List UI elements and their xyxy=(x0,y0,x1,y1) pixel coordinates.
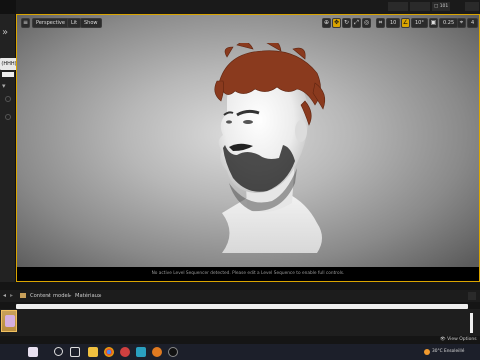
breadcrumb-separator: ▸ xyxy=(48,293,51,299)
camera-speed-value[interactable]: 4 xyxy=(467,18,479,28)
eye-shape xyxy=(226,120,232,124)
perspective-button[interactable]: Perspective xyxy=(32,18,69,28)
viewport-status-bar: No active Level Sequencer detected. Plea… xyxy=(17,267,479,281)
show-label: Show xyxy=(84,20,98,26)
level-viewport[interactable]: ≡ Perspective Lit Show ⊕ ✥ ↻ ⤢ ◎ ⌗ 10 ∠ … xyxy=(16,14,480,282)
start-app-icon[interactable] xyxy=(28,347,38,357)
panel-item[interactable] xyxy=(2,72,14,77)
scale-snap-icon[interactable]: ▣ xyxy=(429,18,438,28)
forward-arrow-icon[interactable]: ▸ xyxy=(10,292,13,299)
ear-shape xyxy=(295,120,307,142)
blender-icon[interactable] xyxy=(152,347,162,357)
window-tab-label: 101 xyxy=(439,4,449,9)
editor-window: □ 101 » (HHH) ▾ ≡ Perspective Lit Show ⊕… xyxy=(0,0,480,360)
material-preview-icon xyxy=(5,315,15,327)
chevron-down-icon[interactable]: ▾ xyxy=(2,82,6,90)
perspective-label: Perspective xyxy=(36,20,65,26)
angle-snap-value[interactable]: 10° xyxy=(411,18,428,28)
settings-icon[interactable] xyxy=(468,292,476,300)
toolbar-button[interactable] xyxy=(465,2,479,11)
visibility-icon[interactable] xyxy=(5,96,11,102)
head-model-render[interactable] xyxy=(167,43,367,273)
window-tab[interactable]: □ 101 xyxy=(432,2,451,11)
angle-snap-label: 10° xyxy=(415,20,424,26)
app-icon[interactable] xyxy=(136,347,146,357)
weather-text[interactable]: 30°C Ensoleillé xyxy=(432,347,464,357)
opera-icon[interactable] xyxy=(120,347,130,357)
windows-taskbar: 30°C Ensoleillé xyxy=(0,344,480,360)
sequencer-message: No active Level Sequencer detected. Plea… xyxy=(151,271,345,276)
toolbar-button[interactable] xyxy=(388,2,408,11)
breadcrumb-separator: ▸ xyxy=(69,293,72,299)
asset-grid xyxy=(0,309,480,336)
view-options-label: View Options xyxy=(447,337,477,342)
chevron-right-icon[interactable]: » xyxy=(2,28,8,38)
weather-icon xyxy=(424,349,430,355)
rotate-icon[interactable]: ↻ xyxy=(342,18,351,28)
folder-icon xyxy=(20,293,26,298)
translate-icon[interactable]: ✥ xyxy=(332,18,341,28)
visibility-icon[interactable] xyxy=(5,114,11,120)
hamburger-menu-icon[interactable]: ≡ xyxy=(21,18,30,28)
scale-snap-label: 0.25 xyxy=(443,20,455,26)
breadcrumb-model[interactable]: model xyxy=(53,290,69,302)
camera-speed-icon[interactable]: ⌖ xyxy=(457,18,466,28)
asset-thumbnail[interactable] xyxy=(1,310,17,332)
chrome-icon[interactable] xyxy=(104,347,114,357)
back-arrow-icon[interactable]: ◂ xyxy=(3,292,6,299)
world-space-icon[interactable]: ◎ xyxy=(362,18,371,28)
breadcrumb-materiaux[interactable]: Matériaux xyxy=(75,290,101,302)
title-bar: □ 101 xyxy=(0,0,480,14)
task-view-icon[interactable] xyxy=(70,347,80,357)
file-explorer-icon[interactable] xyxy=(88,347,98,357)
camera-speed-label: 4 xyxy=(471,20,475,26)
angle-snap-icon[interactable]: ∠ xyxy=(401,18,410,28)
asset-scrollbar[interactable] xyxy=(470,313,473,333)
eye-shape xyxy=(243,120,253,124)
scale-snap-value[interactable]: 0.25 xyxy=(439,18,459,28)
surface-snap-icon[interactable]: ⌗ xyxy=(376,18,385,28)
left-panel-rail: » (HHH) ▾ xyxy=(0,14,18,282)
left-header-block xyxy=(0,0,16,14)
scale-icon[interactable]: ⤢ xyxy=(352,18,361,28)
grid-snap-value[interactable]: 10 xyxy=(386,18,401,28)
search-icon[interactable] xyxy=(54,347,63,356)
select-mode-icon[interactable]: ⊕ xyxy=(322,18,331,28)
unreal-engine-icon[interactable] xyxy=(168,347,178,357)
grid-snap-label: 10 xyxy=(390,20,397,26)
toolbar-button[interactable] xyxy=(410,2,430,11)
breadcrumb-separator: ▸ xyxy=(99,293,102,299)
viewport-toolbar: ≡ Perspective Lit Show ⊕ ✥ ↻ ⤢ ◎ ⌗ 10 ∠ … xyxy=(17,15,479,31)
show-button[interactable]: Show xyxy=(80,18,102,28)
lit-label: Lit xyxy=(71,20,78,26)
content-browser-header: ◂ ▸ Content ▸ model ▸ Matériaux ▸ xyxy=(0,290,480,302)
